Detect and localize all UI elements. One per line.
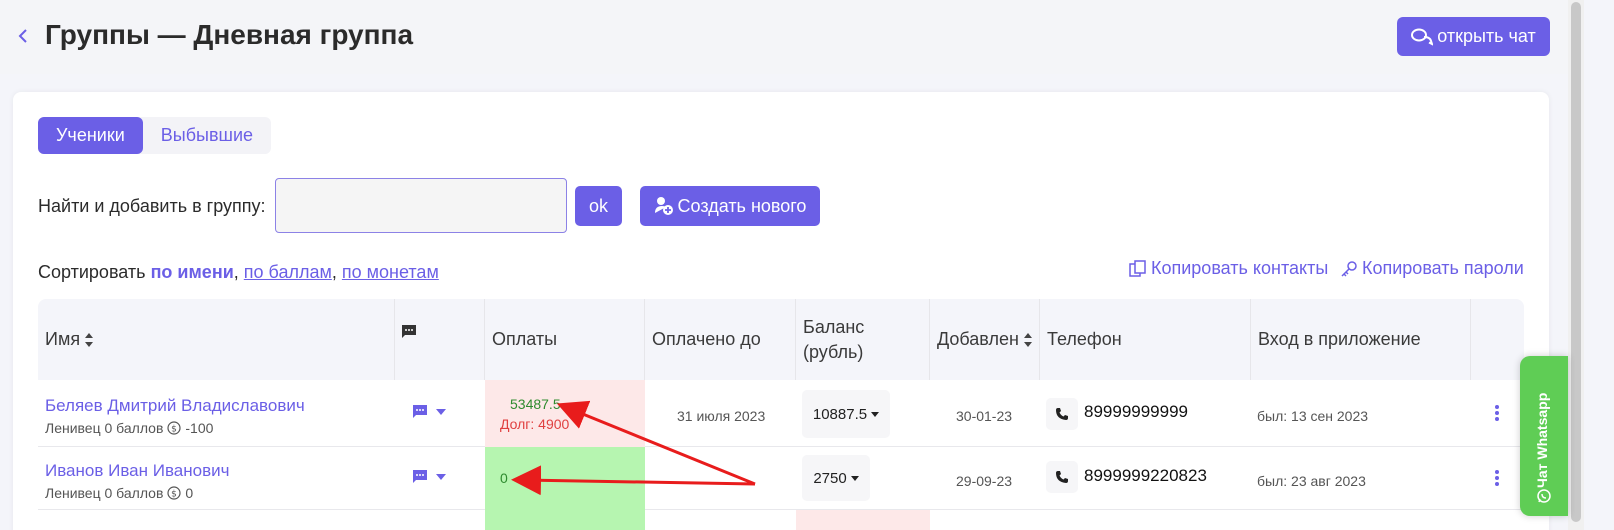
sort-row: Сортировать по имени, по баллам, по моне… — [38, 262, 439, 283]
column-balance: Баланс (рубль) — [796, 299, 930, 380]
sort-separator: , — [331, 262, 337, 282]
copy-passwords-label: Копировать пароли — [1362, 258, 1524, 278]
student-name-cell: Беляев Дмитрий Владиславович Ленивец 0 б… — [45, 396, 305, 436]
paid-until: 31 июля 2023 — [677, 408, 766, 424]
create-new-button[interactable]: Создать нового — [640, 186, 820, 226]
sort-by-points[interactable]: по баллам — [244, 262, 332, 282]
column-added[interactable]: Добавлен — [930, 299, 1040, 380]
coin-icon: $ — [167, 486, 181, 500]
comment-icon — [402, 324, 416, 338]
search-label: Найти и добавить в группу: — [38, 196, 266, 216]
table-row: Беляев Дмитрий Владиславович Ленивец 0 б… — [38, 380, 1524, 447]
student-rank: Ленивец 0 баллов $ -100 — [45, 420, 305, 436]
balance-value: 10887.5 — [812, 405, 868, 423]
balance-dropdown[interactable]: 2750 — [802, 455, 870, 501]
column-name[interactable]: Имя — [38, 299, 395, 380]
balance-dropdown[interactable]: 10887.5 — [802, 390, 890, 438]
added-date: 29-09-23 — [956, 473, 1013, 489]
scroll-thumb[interactable] — [1571, 2, 1581, 522]
payment-cell[interactable]: 53487.5 Долг: 4900 — [485, 380, 645, 447]
sort-by-coins[interactable]: по монетам — [342, 262, 439, 282]
ok-button[interactable]: ok — [575, 186, 622, 226]
tab-dropped[interactable]: Выбывшие — [143, 117, 271, 154]
column-comments — [395, 299, 485, 380]
payment-sum: 0 — [500, 470, 508, 486]
payment-sum: 53487.5 — [510, 396, 561, 412]
balance-value: 2750 — [813, 469, 847, 487]
caret-down-icon — [436, 474, 446, 480]
svg-text:$: $ — [172, 490, 178, 500]
column-app-login: Вход в приложение — [1251, 299, 1471, 380]
phone-number: 89999999999 — [1084, 402, 1189, 421]
caret-down-icon — [850, 475, 859, 481]
column-balance-line2: (рубль) — [803, 341, 864, 362]
chat-bubbles-icon — [1411, 28, 1434, 46]
call-button[interactable] — [1046, 461, 1078, 493]
key-icon — [1341, 260, 1357, 277]
create-new-label: Создать нового — [677, 195, 807, 216]
whatsapp-chat-widget[interactable]: Чат Whatsapp — [1520, 356, 1568, 516]
column-balance-line1: Баланс — [803, 317, 865, 338]
sort-arrows-icon[interactable] — [1023, 332, 1033, 348]
phone-icon — [1056, 471, 1068, 483]
payment-debt: Долг: 4900 — [500, 416, 570, 432]
column-paid-until: Оплачено до — [645, 299, 796, 380]
sort-separator: , — [233, 262, 239, 282]
caret-down-icon — [436, 409, 446, 415]
last-login: был: 23 авг 2023 — [1257, 473, 1366, 489]
page-title: Группы — Дневная группа — [45, 19, 414, 50]
sort-by-name[interactable]: по имени — [151, 262, 234, 282]
whatsapp-icon — [1537, 489, 1551, 503]
sort-arrows-icon[interactable] — [84, 332, 94, 348]
payment-cell[interactable] — [485, 510, 645, 530]
student-rank: Ленивец 0 баллов $ 0 — [45, 485, 229, 501]
column-payments: Оплаты — [485, 299, 645, 380]
column-phone: Телефон — [1040, 299, 1251, 380]
coins-value: 0 — [185, 485, 194, 501]
sort-prefix: Сортировать — [38, 262, 146, 282]
student-name-cell: Иванов Иван Иванович Ленивец 0 баллов $ … — [45, 461, 229, 501]
open-chat-label: открыть чат — [1437, 26, 1536, 46]
rank-text: Ленивец 0 баллов — [45, 485, 164, 501]
coin-icon: $ — [167, 421, 181, 435]
chevron-left-icon[interactable] — [16, 26, 30, 46]
comment-dropdown[interactable] — [412, 469, 446, 485]
student-tabs: Ученики Выбывшие — [38, 117, 272, 154]
top-bar: Группы — Дневная группа открыть чат — [0, 0, 1568, 74]
add-user-icon — [654, 197, 673, 215]
whatsapp-label: Чат Whatsapp — [1534, 392, 1550, 488]
student-name-link[interactable]: Иванов Иван Иванович — [45, 461, 229, 481]
column-name-label: Имя — [45, 329, 81, 349]
page-scrollbar[interactable] — [1568, 0, 1584, 530]
call-button[interactable] — [1046, 398, 1078, 430]
table-row: Иванов Иван Иванович Ленивец 0 баллов $ … — [38, 447, 1524, 510]
copy-contacts-link[interactable]: Копировать контакты — [1129, 258, 1328, 279]
student-name-link[interactable]: Беляев Дмитрий Владиславович — [45, 396, 305, 416]
phone-number: 8999999220823 — [1084, 466, 1207, 485]
column-added-label: Добавлен — [937, 329, 1019, 349]
tab-students[interactable]: Ученики — [38, 117, 143, 154]
more-vertical-icon[interactable] — [1494, 404, 1500, 422]
open-chat-button[interactable]: открыть чат — [1397, 17, 1550, 56]
comment-icon — [413, 470, 427, 483]
rank-text: Ленивец 0 баллов — [45, 420, 164, 436]
comment-icon — [413, 405, 427, 418]
copy-icon — [1129, 259, 1146, 277]
svg-text:$: $ — [172, 425, 178, 435]
caret-down-icon — [871, 411, 880, 417]
last-login: был: 13 сен 2023 — [1257, 408, 1369, 424]
added-date: 30-01-23 — [956, 408, 1013, 424]
table-row — [38, 510, 1524, 530]
balance-cell — [796, 510, 930, 530]
copy-passwords-link[interactable]: Копировать пароли — [1340, 258, 1524, 279]
comment-dropdown[interactable] — [412, 404, 446, 420]
coins-value: -100 — [185, 420, 214, 436]
copy-contacts-label: Копировать контакты — [1151, 258, 1329, 278]
more-vertical-icon[interactable] — [1494, 469, 1500, 487]
payment-cell[interactable]: 0 — [485, 447, 645, 510]
phone-icon — [1056, 408, 1068, 420]
search-input[interactable] — [275, 178, 567, 233]
table-header: Имя Оплаты Оплачено до Баланс (рубль) До… — [38, 299, 1524, 380]
